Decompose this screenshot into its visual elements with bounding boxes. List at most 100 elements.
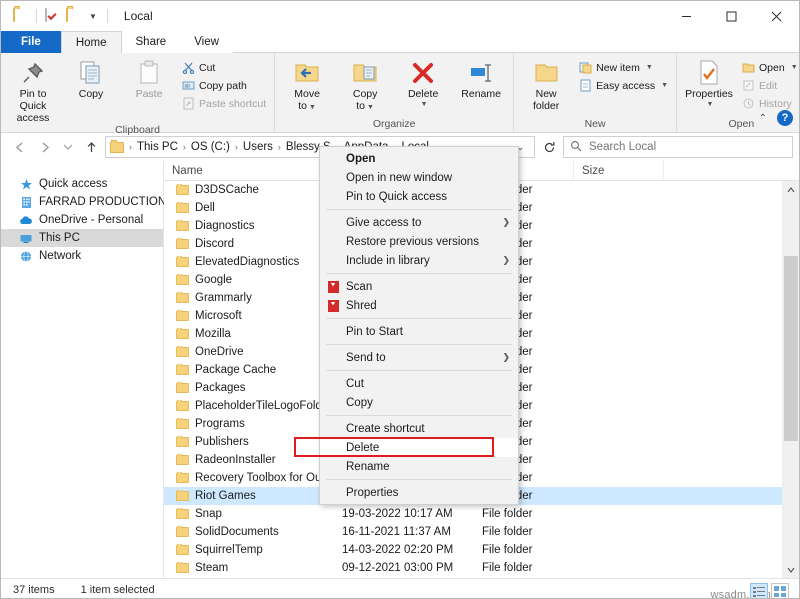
- table-row[interactable]: SolidDocuments16-11-2021 11:37 AMFile fo…: [164, 523, 782, 541]
- sidebar-item-farrad-production[interactable]: FARRAD PRODUCTION: [1, 193, 163, 211]
- menu-item-pin-to-quick-access[interactable]: Pin to Quick access: [320, 187, 518, 206]
- folder-icon: [176, 455, 189, 465]
- table-row[interactable]: Steam09-12-2021 03:00 PMFile folder: [164, 559, 782, 577]
- menu-item-label: Shred: [346, 300, 510, 312]
- paste-shortcut-button[interactable]: Paste shortcut: [179, 95, 270, 112]
- menu-item-rename[interactable]: Rename: [320, 457, 518, 476]
- delete-button[interactable]: Delete ▼: [395, 56, 451, 109]
- new-folder-icon[interactable]: [66, 9, 81, 23]
- folder-icon[interactable]: [13, 9, 28, 23]
- menu-item-cut[interactable]: Cut: [320, 374, 518, 393]
- open-button[interactable]: Open ▼: [739, 59, 800, 76]
- minimize-icon[interactable]: [664, 1, 709, 31]
- up-button[interactable]: [79, 135, 103, 159]
- large-icons-view-icon[interactable]: [771, 583, 789, 599]
- open-small-buttons: Open ▼ Edit History: [739, 56, 800, 112]
- recent-locations-button[interactable]: [59, 135, 77, 159]
- close-icon[interactable]: [754, 1, 799, 31]
- tab-share[interactable]: Share: [122, 31, 181, 53]
- sidebar-label: OneDrive - Personal: [39, 214, 143, 226]
- rename-button[interactable]: Rename: [453, 56, 509, 101]
- chevron-down-icon[interactable]: ▼: [646, 64, 653, 71]
- menu-item-delete[interactable]: Delete: [320, 438, 518, 457]
- forward-button[interactable]: [33, 135, 57, 159]
- properties-button[interactable]: Properties ▼: [681, 56, 737, 109]
- chevron-down-icon[interactable]: ▼: [707, 101, 714, 109]
- menu-item-open[interactable]: Open: [320, 149, 518, 168]
- chevron-down-icon[interactable]: ▼: [367, 104, 374, 111]
- edit-button[interactable]: Edit: [739, 77, 800, 94]
- chevron-right-icon: ❯: [498, 217, 510, 228]
- properties-check-icon[interactable]: [45, 9, 60, 23]
- refresh-button[interactable]: [537, 136, 561, 158]
- copy-path-button[interactable]: ab Copy path: [179, 77, 270, 94]
- breadcrumb-item-os-c[interactable]: OS (C:): [188, 137, 233, 157]
- menu-item-copy[interactable]: Copy: [320, 393, 518, 412]
- scissors-icon: [181, 61, 195, 75]
- new-item-button[interactable]: New item ▼: [576, 59, 672, 76]
- column-header-name[interactable]: Name: [164, 161, 334, 181]
- scroll-down-arrow[interactable]: [783, 561, 799, 578]
- vertical-scrollbar[interactable]: [782, 181, 799, 578]
- column-header-size[interactable]: Size: [574, 161, 664, 181]
- breadcrumb-item-this-pc[interactable]: This PC: [134, 137, 181, 157]
- menu-item-include-in-library[interactable]: Include in library❯: [320, 251, 518, 270]
- help-icon[interactable]: ?: [777, 110, 793, 126]
- menu-item-label: Properties: [346, 487, 510, 499]
- details-view-icon[interactable]: [750, 583, 768, 599]
- pin-label-line1: Pin to Quick: [7, 89, 59, 113]
- copy-button[interactable]: Copy: [63, 56, 119, 101]
- new-folder-line1: New: [536, 89, 557, 101]
- folder-icon: [176, 185, 189, 195]
- menu-item-pin-to-start[interactable]: Pin to Start: [320, 322, 518, 341]
- table-row[interactable]: Snap19-03-2022 10:17 AMFile folder: [164, 505, 782, 523]
- chevron-down-icon[interactable]: ▼: [791, 64, 798, 71]
- sidebar-item-onedrive-personal[interactable]: OneDrive - Personal: [1, 211, 163, 229]
- copy-path-icon: ab: [181, 79, 195, 93]
- sidebar-item-quick-access[interactable]: Quick access: [1, 175, 163, 193]
- cut-button[interactable]: Cut: [179, 59, 270, 76]
- menu-item-create-shortcut[interactable]: Create shortcut: [320, 419, 518, 438]
- chevron-down-icon[interactable]: ▼: [421, 101, 428, 109]
- chevron-down-icon[interactable]: ▼: [87, 12, 99, 21]
- paste-shortcut-label: Paste shortcut: [199, 98, 266, 110]
- menu-separator: [326, 318, 512, 319]
- new-folder-button[interactable]: New folder: [518, 56, 574, 113]
- scroll-up-arrow[interactable]: [783, 181, 799, 198]
- menu-item-open-in-new-window[interactable]: Open in new window: [320, 168, 518, 187]
- search-box[interactable]: [563, 136, 793, 158]
- chevron-up-icon[interactable]: ⌃: [759, 113, 767, 124]
- copy-to-button[interactable]: Copy to▼: [337, 56, 393, 113]
- menu-item-shred[interactable]: Shred: [320, 296, 518, 315]
- scrollbar-thumb[interactable]: [784, 256, 798, 441]
- back-button[interactable]: [7, 135, 31, 159]
- menu-item-properties[interactable]: Properties: [320, 483, 518, 502]
- menu-item-scan[interactable]: Scan: [320, 277, 518, 296]
- paste-button[interactable]: Paste: [121, 56, 177, 101]
- edit-label: Edit: [759, 80, 777, 92]
- group-title-clipboard: Clipboard: [5, 124, 270, 138]
- maximize-icon[interactable]: [709, 1, 754, 31]
- tab-view[interactable]: View: [180, 31, 233, 53]
- date-modified-cell: 09-12-2021 03:00 PM: [334, 562, 474, 574]
- pin-to-quick-access-button[interactable]: Pin to Quick access: [5, 56, 61, 124]
- easy-access-button[interactable]: Easy access ▼: [576, 77, 672, 94]
- search-input[interactable]: [587, 140, 786, 154]
- menu-item-give-access-to[interactable]: Give access to❯: [320, 213, 518, 232]
- tab-home[interactable]: Home: [61, 31, 122, 53]
- menu-item-restore-previous-versions[interactable]: Restore previous versions: [320, 232, 518, 251]
- breadcrumb-item-users[interactable]: Users: [240, 137, 276, 157]
- sidebar-item-network[interactable]: Network: [1, 247, 163, 265]
- move-to-button[interactable]: Move to▼: [279, 56, 335, 113]
- folder-icon: [110, 142, 124, 153]
- menu-item-send-to[interactable]: Send to❯: [320, 348, 518, 367]
- chevron-down-icon[interactable]: ▼: [309, 104, 316, 111]
- table-row[interactable]: SquirrelTemp14-03-2022 02:20 PMFile fold…: [164, 541, 782, 559]
- paste-label: Paste: [136, 89, 163, 101]
- sidebar-item-this-pc[interactable]: This PC: [1, 229, 163, 247]
- chevron-down-icon[interactable]: ▼: [661, 82, 668, 89]
- folder-icon: [176, 221, 189, 231]
- tab-file[interactable]: File: [1, 31, 61, 53]
- rename-label: Rename: [461, 89, 501, 101]
- file-name-cell: Google: [164, 274, 334, 286]
